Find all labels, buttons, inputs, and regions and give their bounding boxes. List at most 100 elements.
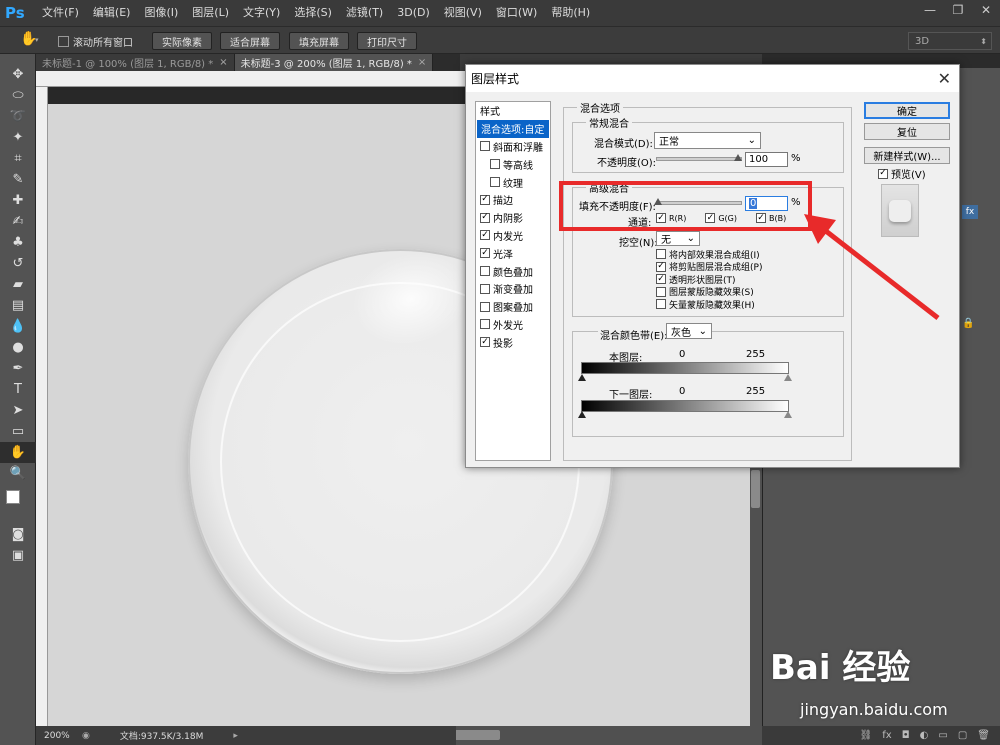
tab-untitled-1[interactable]: 未标题-1 @ 100% (图层 1, RGB/8) * × bbox=[36, 54, 235, 71]
style-item[interactable]: 斜面和浮雕 bbox=[476, 138, 550, 156]
healing-brush-tool-icon[interactable]: ✚ bbox=[0, 190, 36, 211]
underlying-black-handle[interactable] bbox=[578, 411, 586, 418]
style-checkbox[interactable]: ✓ bbox=[480, 248, 490, 259]
style-item[interactable]: ✓ 内阴影 bbox=[476, 209, 550, 227]
preview-checkbox[interactable]: ✓ 预览(V) bbox=[878, 166, 926, 181]
close-icon[interactable]: × bbox=[418, 57, 426, 68]
move-tool-icon[interactable]: ✥ bbox=[0, 64, 36, 85]
fill-screen-button[interactable]: 填充屏幕 bbox=[289, 32, 349, 50]
this-layer-white-handle[interactable] bbox=[784, 374, 792, 381]
ok-button[interactable]: 确定 bbox=[864, 102, 950, 119]
rectangle-tool-icon[interactable]: ▭ bbox=[0, 421, 36, 442]
style-checkbox[interactable]: ✓ bbox=[480, 230, 490, 241]
mask-icon[interactable]: ◘ bbox=[902, 730, 910, 741]
style-item[interactable]: 等高线 bbox=[476, 155, 550, 173]
style-checkbox[interactable] bbox=[480, 141, 490, 152]
blur-tool-icon[interactable]: 💧 bbox=[0, 316, 36, 337]
opacity-slider-handle[interactable] bbox=[734, 154, 742, 161]
underlying-white-handle[interactable] bbox=[784, 411, 792, 418]
advanced-option-checkbox[interactable]: ✓ 将剪贴图层混合成组(P) bbox=[656, 261, 762, 273]
style-checkbox[interactable] bbox=[490, 159, 500, 170]
brush-tool-icon[interactable]: ✍ bbox=[0, 211, 36, 232]
scroll-all-windows-checkbox[interactable]: 滚动所有窗口 bbox=[58, 34, 133, 49]
zoom-level[interactable]: 200% bbox=[44, 731, 78, 741]
clone-stamp-tool-icon[interactable]: ♣ bbox=[0, 232, 36, 253]
minimize-button[interactable]: — bbox=[916, 0, 944, 20]
pen-tool-icon[interactable]: ✒ bbox=[0, 358, 36, 379]
type-tool-icon[interactable]: T bbox=[0, 379, 36, 400]
gradient-tool-icon[interactable]: ▤ bbox=[0, 295, 36, 316]
advanced-option-checkbox[interactable]: ✓ 透明形状图层(T) bbox=[656, 273, 762, 286]
marquee-tool-icon[interactable]: ⬭ bbox=[0, 85, 36, 106]
menu-item[interactable]: 滤镜(T) bbox=[339, 0, 390, 26]
vertical-scroll-thumb[interactable] bbox=[751, 470, 760, 508]
advanced-option-checkbox[interactable]: 图层蒙版隐藏效果(S) bbox=[656, 286, 762, 298]
style-item[interactable]: 纹理 bbox=[476, 173, 550, 191]
underlying-layer-gradient[interactable] bbox=[581, 400, 789, 412]
style-checkbox[interactable]: ✓ bbox=[480, 337, 490, 348]
menu-item[interactable]: 窗口(W) bbox=[489, 0, 544, 26]
foreground-color-swatch[interactable] bbox=[6, 490, 20, 504]
screen-mode-icon[interactable]: ▣ bbox=[0, 545, 36, 566]
restore-button[interactable]: ❐ bbox=[944, 0, 972, 20]
styles-header[interactable]: 样式 bbox=[476, 102, 550, 120]
opacity-slider[interactable] bbox=[656, 157, 742, 161]
fx-footer-icon[interactable]: fx bbox=[882, 730, 891, 741]
style-item[interactable]: ✓ 光泽 bbox=[476, 244, 550, 262]
style-checkbox[interactable]: ✓ bbox=[480, 194, 490, 205]
tab-untitled-3[interactable]: 未标题-3 @ 200% (图层 1, RGB/8) * × bbox=[234, 54, 434, 71]
eraser-tool-icon[interactable]: ▰ bbox=[0, 274, 36, 295]
this-layer-gradient[interactable] bbox=[581, 362, 789, 374]
path-selection-tool-icon[interactable]: ➤ bbox=[0, 400, 36, 421]
this-layer-black-handle[interactable] bbox=[578, 374, 586, 381]
menu-item[interactable]: 图层(L) bbox=[185, 0, 236, 26]
dialog-close-icon[interactable]: ✕ bbox=[938, 69, 951, 88]
color-swatches[interactable] bbox=[0, 484, 35, 524]
dialog-title-bar[interactable]: 图层样式 bbox=[466, 65, 959, 92]
style-checkbox[interactable] bbox=[490, 177, 500, 188]
workspace-select[interactable]: 3D ⬍ bbox=[908, 32, 992, 50]
style-item[interactable]: 外发光 bbox=[476, 316, 550, 334]
dodge-tool-icon[interactable]: ● bbox=[0, 337, 36, 358]
history-brush-tool-icon[interactable]: ↺ bbox=[0, 253, 36, 274]
menu-item[interactable]: 编辑(E) bbox=[86, 0, 138, 26]
hand-tool-icon-active[interactable]: ✋ bbox=[0, 442, 36, 463]
menu-item[interactable]: 视图(V) bbox=[437, 0, 489, 26]
status-info-icon[interactable]: ◉ bbox=[82, 731, 90, 741]
style-checkbox[interactable] bbox=[480, 319, 490, 330]
status-menu-arrow-icon[interactable]: ▸ bbox=[233, 731, 238, 741]
style-checkbox[interactable]: ✓ bbox=[480, 212, 490, 223]
tool-preset-arrow-icon[interactable]: ▾ bbox=[35, 36, 39, 44]
style-item[interactable]: ✓ 描边 bbox=[476, 191, 550, 209]
style-item[interactable]: ✓ 投影 bbox=[476, 333, 550, 351]
style-item[interactable]: 混合选项:自定 bbox=[477, 119, 549, 138]
menu-item[interactable]: 文件(F) bbox=[35, 0, 86, 26]
menu-item[interactable]: 文字(Y) bbox=[236, 0, 287, 26]
menu-item[interactable]: 3D(D) bbox=[390, 0, 437, 26]
menu-item[interactable]: 帮助(H) bbox=[544, 0, 597, 26]
fit-screen-button[interactable]: 适合屏幕 bbox=[220, 32, 280, 50]
print-size-button[interactable]: 打印尺寸 bbox=[357, 32, 417, 50]
advanced-option-checkbox[interactable]: 将内部效果混合成组(I) bbox=[656, 248, 762, 261]
close-icon[interactable]: × bbox=[219, 57, 227, 68]
style-checkbox[interactable] bbox=[480, 283, 490, 294]
style-checkbox[interactable] bbox=[480, 301, 490, 312]
quick-mask-icon[interactable]: ◙ bbox=[0, 524, 36, 545]
style-checkbox[interactable] bbox=[480, 266, 490, 277]
style-item[interactable]: 颜色叠加 bbox=[476, 262, 550, 280]
menu-item[interactable]: 选择(S) bbox=[287, 0, 339, 26]
menu-item[interactable]: 图像(I) bbox=[137, 0, 185, 26]
zoom-tool-icon[interactable]: 🔍 bbox=[0, 463, 36, 484]
folder-icon[interactable]: ▭ bbox=[938, 730, 947, 741]
close-window-button[interactable]: ✕ bbox=[972, 0, 1000, 20]
advanced-option-checkbox[interactable]: 矢量蒙版隐藏效果(H) bbox=[656, 298, 762, 311]
magic-wand-tool-icon[interactable]: ✦ bbox=[0, 127, 36, 148]
blend-if-select[interactable]: 灰色 ⌄ bbox=[666, 323, 712, 339]
fx-icon[interactable]: fx bbox=[962, 205, 978, 219]
eyedropper-tool-icon[interactable]: ✎ bbox=[0, 169, 36, 190]
opacity-input[interactable]: 100 bbox=[745, 152, 788, 167]
adjustment-icon[interactable]: ◐ bbox=[920, 730, 929, 741]
reset-button[interactable]: 复位 bbox=[864, 123, 950, 140]
style-item[interactable]: ✓ 内发光 bbox=[476, 227, 550, 245]
trash-icon[interactable]: 🗑 bbox=[977, 730, 990, 741]
